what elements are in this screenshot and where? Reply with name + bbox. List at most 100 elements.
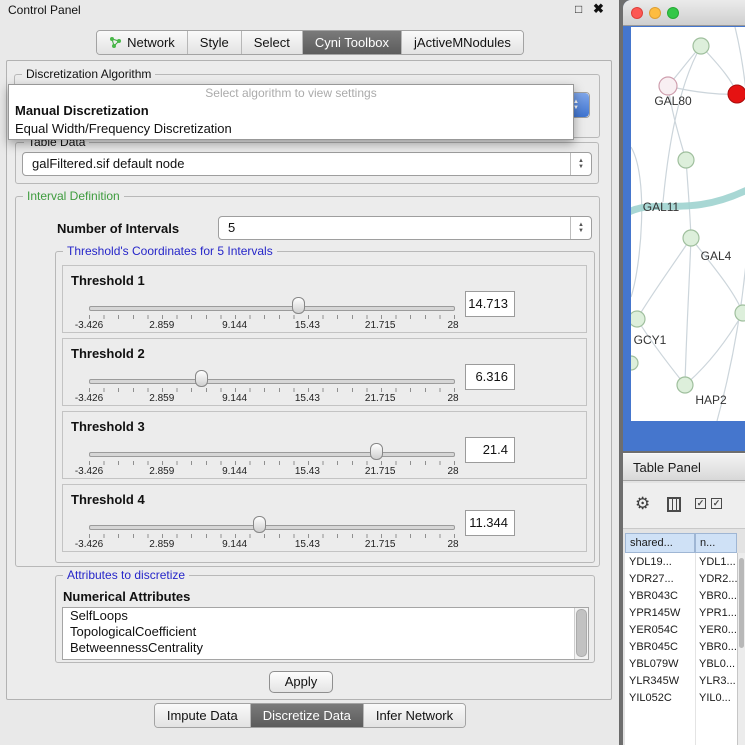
zoom-traffic-light-icon[interactable] — [667, 7, 679, 19]
tick-label: 15.43 — [280, 320, 334, 331]
checkbox-icon[interactable]: ✓ — [711, 498, 722, 509]
float-window-icon[interactable]: □ — [575, 2, 582, 16]
scrollbar-thumb[interactable] — [576, 609, 587, 657]
slider-track[interactable] — [89, 452, 455, 457]
list-scrollbar[interactable] — [574, 608, 588, 659]
column-header-name[interactable]: n... — [695, 533, 737, 553]
bottom-tab-bar: Impute Data Discretize Data Infer Networ… — [0, 703, 620, 728]
dropdown-item-manual-discretization[interactable]: Manual Discretization — [9, 102, 573, 120]
table-row[interactable]: YBR045CYBR0... — [625, 639, 737, 656]
slider-track[interactable] — [89, 379, 455, 384]
table-row[interactable]: YBL079WYBL0... — [625, 656, 737, 673]
node-label-gal80: GAL80 — [654, 94, 692, 108]
network-node-gal80[interactable] — [659, 77, 677, 95]
threshold-1-value-field[interactable]: 14.713 — [465, 291, 515, 317]
tab-jactivemnodules[interactable]: jActiveMNodules — [401, 31, 523, 54]
tab-label: Cyni Toolbox — [315, 35, 389, 50]
network-node[interactable] — [735, 305, 745, 321]
tab-style[interactable]: Style — [187, 31, 241, 54]
arrow-down-icon: ▼ — [578, 229, 584, 234]
table-row[interactable]: YLR345WYLR3... — [625, 673, 737, 690]
check-icon: ✓ — [713, 498, 721, 508]
tick-label: -3.426 — [62, 539, 116, 550]
tab-cyni-toolbox[interactable]: Cyni Toolbox — [302, 31, 401, 54]
arrow-up-icon: ▲ — [578, 223, 584, 228]
column-header-shared-name[interactable]: shared... — [625, 533, 695, 553]
threshold-2-value-field[interactable]: 6.316 — [465, 364, 515, 390]
cell: YPR1... — [699, 605, 737, 622]
table-panel-title: Table Panel — [633, 460, 701, 475]
cell: YLR345W — [629, 673, 679, 690]
threshold-4-value-field[interactable]: 11.344 — [465, 510, 515, 536]
slider-thumb[interactable] — [370, 443, 383, 460]
network-node-gal4[interactable] — [683, 230, 699, 246]
group-title-interval-definition: Interval Definition — [23, 189, 124, 203]
threshold-1-panel: Threshold 1 -3.426 2.859 9.144 15.43 21.… — [62, 265, 587, 333]
network-node-gcy1[interactable] — [631, 311, 645, 327]
network-node[interactable] — [693, 38, 709, 54]
slider-thumb[interactable] — [195, 370, 208, 387]
threshold-4-panel: Threshold 4 -3.426 2.859 9.144 15.43 21.… — [62, 484, 587, 552]
number-of-intervals-combobox[interactable]: 5 ▲ ▼ — [218, 216, 592, 240]
table-row[interactable]: YPR145WYPR1... — [625, 605, 737, 622]
apply-button[interactable]: Apply — [269, 671, 333, 693]
tab-infer-network[interactable]: Infer Network — [363, 704, 465, 727]
network-canvas[interactable]: GAL80 GAL11 GAL4 GCY1 HAP2 — [631, 27, 745, 421]
columns-icon[interactable] — [667, 497, 681, 512]
table-data-combobox[interactable]: galFiltered.sif default node ▲ ▼ — [22, 152, 592, 176]
threshold-3-value-field[interactable]: 21.4 — [465, 437, 515, 463]
list-item-topologicalcoefficient[interactable]: TopologicalCoefficient — [63, 624, 588, 640]
tab-label: Discretize Data — [263, 708, 351, 723]
network-icon — [109, 36, 122, 49]
table-panel: Table Panel ⚙ ✓ ✓ shared... n... YDL19..… — [623, 453, 745, 745]
list-item-betweennesscentrality[interactable]: BetweennessCentrality — [63, 640, 588, 656]
tick-label: 15.43 — [280, 539, 334, 550]
network-window-titlebar[interactable] — [623, 0, 745, 26]
scrollbar-thumb[interactable] — [739, 558, 744, 648]
cell: YER0... — [699, 622, 737, 639]
tab-network[interactable]: Network — [97, 31, 187, 54]
tick-label: 9.144 — [208, 320, 262, 331]
tick-label: 28 — [426, 393, 480, 404]
table-row[interactable]: YDL19...YDL1... — [625, 554, 737, 571]
network-node-hap2[interactable] — [677, 377, 693, 393]
table-row[interactable]: YER054C YER0... — [625, 622, 737, 639]
table-row[interactable]: YIL052CYIL0... — [625, 690, 737, 707]
minimize-traffic-light-icon[interactable] — [649, 7, 661, 19]
threshold-3-label: Threshold 3 — [71, 419, 145, 434]
threshold-1-label: Threshold 1 — [71, 273, 145, 288]
tab-select[interactable]: Select — [241, 31, 302, 54]
table-row[interactable]: YDR27...YDR2... — [625, 571, 737, 588]
dropdown-item-equal-width-frequency[interactable]: Equal Width/Frequency Discretization — [9, 120, 573, 138]
slider-track[interactable] — [89, 525, 455, 530]
tick-label: 28 — [426, 466, 480, 477]
table-scrollbar[interactable] — [737, 553, 745, 745]
checkbox-icon[interactable]: ✓ — [695, 498, 706, 509]
list-item-selfloops[interactable]: SelfLoops — [63, 608, 588, 624]
slider-track[interactable] — [89, 306, 455, 311]
algorithm-dropdown-popup: Select algorithm to view settings Manual… — [8, 84, 574, 140]
network-node-gal11[interactable] — [678, 152, 694, 168]
table-row[interactable]: YBR043CYBR0... — [625, 588, 737, 605]
arrow-up-icon: ▲ — [578, 159, 584, 164]
combobox-stepper-icon[interactable]: ▲ ▼ — [570, 217, 591, 239]
tab-impute-data[interactable]: Impute Data — [155, 704, 250, 727]
tab-discretize-data[interactable]: Discretize Data — [250, 704, 363, 727]
network-node-selected-red[interactable] — [728, 85, 745, 103]
close-traffic-light-icon[interactable] — [631, 7, 643, 19]
network-graph[interactable]: GAL80 GAL11 GAL4 GCY1 HAP2 — [631, 27, 745, 421]
node-table: shared... n... YDL19...YDL1... YDR27...Y… — [625, 533, 737, 745]
tab-label: Network — [127, 35, 175, 50]
cell: YBL0... — [699, 656, 737, 673]
close-icon[interactable]: ✖ — [593, 1, 604, 17]
network-node[interactable] — [631, 356, 638, 370]
cell: YDL1... — [699, 554, 737, 571]
tab-label: Impute Data — [167, 708, 238, 723]
combobox-stepper-icon[interactable]: ▲ ▼ — [570, 153, 591, 175]
arrow-down-icon: ▼ — [578, 165, 584, 170]
cell: YER054C — [629, 622, 678, 639]
slider-thumb[interactable] — [292, 297, 305, 314]
gear-icon[interactable]: ⚙ — [635, 494, 650, 514]
tick-label: 15.43 — [280, 393, 334, 404]
slider-thumb[interactable] — [253, 516, 266, 533]
